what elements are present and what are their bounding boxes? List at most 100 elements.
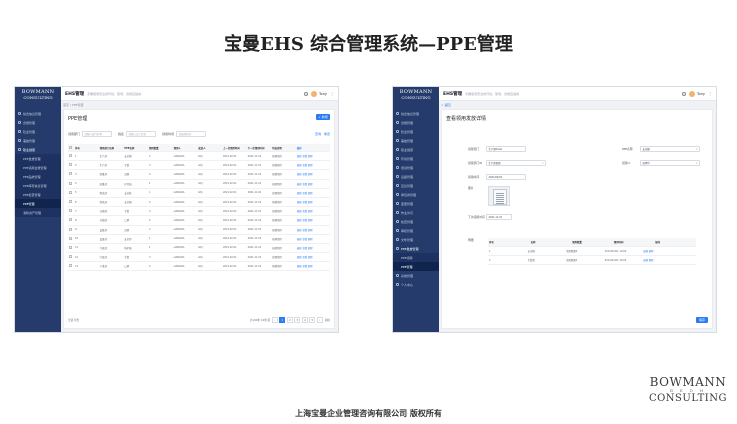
row-actions[interactable]: 编辑 查看 删除 bbox=[296, 218, 330, 222]
nav-item[interactable]: 事故管理 bbox=[15, 136, 61, 145]
table-row[interactable]: 5 物流部 安全鞋 1 LIANGDA GKJ 2021.02.01 2021.11.01 按期… bbox=[68, 189, 330, 198]
nav-item[interactable]: 文件管理 bbox=[393, 235, 439, 244]
bulk-actions[interactable]: 全选 导出 bbox=[68, 318, 79, 322]
refresh-icon[interactable] bbox=[682, 91, 687, 96]
more-icon[interactable]: ⋮ bbox=[708, 91, 712, 96]
row-actions[interactable]: 编辑 查看 删除 bbox=[296, 255, 330, 259]
table-row[interactable]: 10 设备部 安全带 1 LIANGDA GKJ 2021.02.01 2021.11.01 按… bbox=[68, 235, 330, 244]
page-button[interactable]: 3 bbox=[294, 317, 301, 323]
nav-item[interactable]: 事故管理 bbox=[393, 136, 439, 145]
sidebar: BOWMANN CONSULTING 综合信息管理 合规管理 隐患管理 事故管理… bbox=[15, 87, 61, 332]
table-cell: 5 bbox=[75, 191, 77, 195]
nav-item[interactable]: 隐患管理 bbox=[15, 127, 61, 136]
nav-subitem[interactable]: PPE检查管理 bbox=[15, 190, 61, 199]
table-row[interactable]: 4 质量部 护目镜 1 LIANGDA GKJ 2021.02.01 2021.11.01 按期… bbox=[68, 180, 330, 189]
nav-subitem-active[interactable]: PPE管理 bbox=[393, 262, 439, 271]
table-row[interactable]: 2 生产部 手套 3 LIANGDA GKJ 2021.02.01 2021.11.01 按期领… bbox=[68, 161, 330, 171]
nav-item[interactable]: 环境管理 bbox=[393, 154, 439, 163]
nav-item[interactable]: 职业健康 bbox=[393, 145, 439, 154]
user-name[interactable]: Tony bbox=[697, 92, 705, 96]
receive-date-field[interactable]: 2021/02/01 bbox=[486, 174, 526, 180]
receiver-select[interactable]: 张明华 bbox=[640, 160, 700, 166]
ppe-name-select[interactable]: 安全帽 bbox=[640, 146, 700, 152]
page-button[interactable]: 4 bbox=[301, 317, 308, 323]
nav-item[interactable]: 隐患管理 bbox=[393, 127, 439, 136]
nav-subitem[interactable]: PPE领用台账管理 bbox=[15, 163, 61, 172]
page-button[interactable]: 5 bbox=[309, 317, 316, 323]
table-row[interactable]: 1 安全帽 领用数量2 2021/02/01 10:00 编辑 删除 bbox=[488, 247, 696, 256]
nav-subitem[interactable]: PPE发放管理 bbox=[15, 154, 61, 163]
table-row[interactable]: 2 手套套 领用数量3 2021/02/01 10:00 编辑 删除 bbox=[488, 256, 696, 265]
row-actions[interactable]: 编辑 查看 删除 bbox=[296, 163, 330, 167]
nav-subitem[interactable]: PPE品类管理 bbox=[15, 172, 61, 181]
nav-item[interactable]: 应急管理 bbox=[393, 181, 439, 190]
save-button[interactable]: 保存 bbox=[696, 317, 708, 323]
nav-subitem[interactable]: PPE库存信息管理 bbox=[15, 181, 61, 190]
table-row[interactable]: 7 仓储部 手套 4 LIANGDA GKJ 2021.02.01 2021.11.01 按期领… bbox=[68, 207, 330, 217]
row-actions[interactable]: 编辑 查看 删除 bbox=[296, 182, 330, 186]
next-page-button[interactable]: › bbox=[316, 317, 323, 323]
jump-to-page[interactable]: 前往 bbox=[325, 318, 330, 322]
nav-item[interactable]: 个人中心 bbox=[393, 280, 439, 289]
nav-item[interactable]: PPE领用 bbox=[393, 253, 439, 262]
search-button[interactable]: 查询 bbox=[315, 132, 321, 136]
nav-item[interactable]: 综合信息管理 bbox=[393, 109, 439, 118]
avatar[interactable] bbox=[689, 90, 696, 97]
page-button-active[interactable]: 1 bbox=[279, 317, 286, 323]
name-input[interactable]: 请输入员工姓名 bbox=[126, 130, 157, 137]
nav-item[interactable]: 检查管理 bbox=[393, 217, 439, 226]
nav-item[interactable]: PPE发放管理 bbox=[393, 244, 439, 253]
nav-item[interactable]: 职业健康 bbox=[15, 145, 61, 154]
row-actions[interactable]: 编辑 查看 删除 bbox=[296, 191, 330, 195]
nav-subitem-active[interactable]: PPE管理 bbox=[15, 199, 61, 208]
table-row[interactable]: 9 设备部 耳罩 2 LIANGDA GKJ 2021.02.01 2021.11.01 按期领… bbox=[68, 226, 330, 235]
next-date-field[interactable]: 2021.11.01 bbox=[486, 214, 512, 220]
more-icon[interactable]: ⋮ bbox=[330, 91, 334, 96]
table-row[interactable]: 11 行政部 防护服 1 LIANGDA GKJ 2021.02.01 2021.11.01 按… bbox=[68, 244, 330, 254]
department-input[interactable]: 请输入部门名称 bbox=[82, 130, 113, 137]
department-field[interactable]: 生产部Kiosk bbox=[486, 146, 526, 152]
row-actions[interactable]: 编辑 查看 删除 bbox=[296, 228, 330, 232]
nav-label: 事故管理 bbox=[23, 138, 36, 143]
row-actions[interactable]: 编辑 查看 删除 bbox=[296, 200, 330, 204]
refresh-icon[interactable] bbox=[304, 91, 309, 96]
table-cell: GKJ bbox=[198, 255, 203, 259]
row-actions[interactable]: 编辑 删除 bbox=[642, 249, 696, 253]
table-row[interactable]: 3 质量部 耳塞 3 LIANGDA GKJ 2021.02.01 2021.11.01 按期领… bbox=[68, 170, 330, 180]
table-cell: 按期领用 bbox=[272, 201, 282, 205]
table-row[interactable]: 1 生产部 安全帽 2 LIANGDA GKJ 2021.02.01 2021.11.01 按期… bbox=[68, 152, 330, 162]
user-name[interactable]: Tony bbox=[319, 92, 327, 96]
page-button[interactable]: 2 bbox=[286, 317, 293, 323]
row-actions[interactable]: 编辑 查看 删除 bbox=[296, 172, 330, 176]
nav-item[interactable]: 合规管理 bbox=[393, 118, 439, 127]
table-row[interactable]: 6 物流部 安全帽 2 LIANGDA GKJ 2021.02.01 2021.11.01 按期… bbox=[68, 198, 330, 208]
prev-page-button[interactable]: ‹ bbox=[271, 317, 278, 323]
row-actions[interactable]: 编辑 删除 bbox=[642, 258, 696, 262]
row-actions[interactable]: 编辑 查看 删除 bbox=[296, 154, 330, 158]
table-row[interactable]: 12 行政部 手套 3 LIANGDA GKJ 2021.02.01 2021.11.01 按期… bbox=[68, 253, 330, 263]
back-link[interactable]: < 返回 bbox=[441, 103, 450, 107]
ppe-photo[interactable] bbox=[488, 186, 510, 206]
nav-item[interactable]: 综合信息管理 bbox=[15, 109, 61, 118]
add-button[interactable]: + 新增 bbox=[316, 114, 330, 120]
date-input[interactable]: 请选择时间 bbox=[176, 130, 207, 137]
avatar[interactable] bbox=[311, 90, 318, 97]
nav-item[interactable]: 审核管理 bbox=[393, 226, 439, 235]
row-actions[interactable]: 编辑 查看 删除 bbox=[296, 237, 330, 241]
reset-button[interactable]: 重置 bbox=[324, 132, 330, 136]
row-actions[interactable]: 编辑 查看 删除 bbox=[296, 246, 330, 250]
nav-subitem[interactable]: 消防资产管理 bbox=[15, 208, 61, 217]
nav-item[interactable]: 设备管理 bbox=[393, 172, 439, 181]
nav-label: PPE发放管理 bbox=[401, 246, 419, 251]
nav-item[interactable]: 变更管理 bbox=[393, 199, 439, 208]
nav-item[interactable]: 培训管理 bbox=[393, 163, 439, 172]
row-actions[interactable]: 编辑 查看 删除 bbox=[296, 264, 330, 268]
department-id-select[interactable]: 生产部保留 bbox=[486, 160, 546, 166]
nav-item[interactable]: 系统管理 bbox=[393, 271, 439, 280]
nav-item[interactable]: 合规管理 bbox=[15, 118, 61, 127]
row-actions[interactable]: 编辑 查看 删除 bbox=[296, 209, 330, 213]
nav-item[interactable]: 承包商管理 bbox=[393, 190, 439, 199]
nav-item[interactable]: 作业许可 bbox=[393, 208, 439, 217]
table-row[interactable]: 13 人事部 口罩 2 LIANGDA GKJ 2021.02.01 2021.11.01 按期… bbox=[68, 262, 330, 272]
table-row[interactable]: 8 仓储部 口罩 5 LIANGDA GKJ 2021.02.01 2021.11.01 按期领… bbox=[68, 216, 330, 226]
